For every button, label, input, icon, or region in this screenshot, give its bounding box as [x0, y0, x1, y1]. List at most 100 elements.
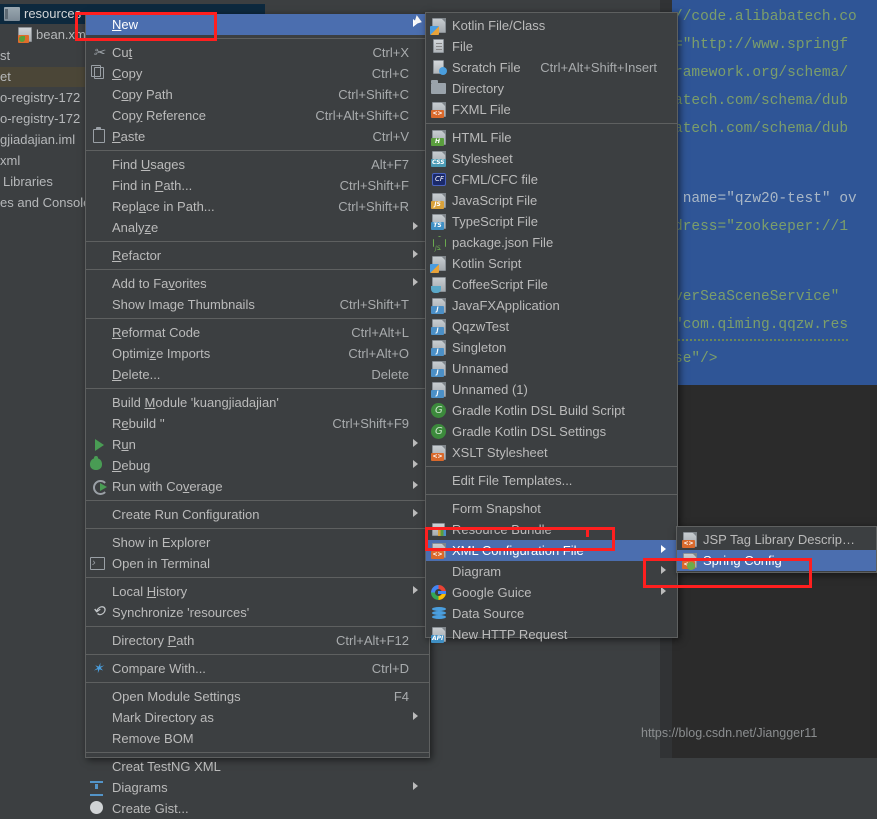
menu-item-mark-directory-as[interactable]: Mark Directory as: [86, 707, 429, 728]
code-line: name="qzw20-test" ov: [674, 191, 857, 207]
menu-item-label: File: [452, 39, 473, 54]
javascript-file-icon: JS: [426, 190, 452, 211]
kotlin-script-icon: [426, 253, 452, 274]
menu-item-run-with-coverage[interactable]: Run with Coverage: [86, 476, 429, 497]
menu-item-spring-config[interactable]: <> Spring Config: [677, 550, 876, 571]
menu-item-label: Build Module 'kuangjiadajian': [112, 395, 279, 410]
menu-item-edit-file-templates[interactable]: Edit File Templates...: [426, 470, 677, 491]
menu-item-singleton[interactable]: J Singleton: [426, 337, 677, 358]
menu-item-stylesheet[interactable]: CSS Stylesheet: [426, 148, 677, 169]
menu-item-optimize-imports[interactable]: Optimize Imports Ctrl+Alt+O: [86, 343, 429, 364]
menu-item-new[interactable]: New: [86, 14, 429, 35]
menu-item-refactor[interactable]: Refactor: [86, 245, 429, 266]
menu-item-directory-path[interactable]: Directory Path Ctrl+Alt+F12: [86, 630, 429, 651]
menu-item-data-source[interactable]: Data Source: [426, 603, 677, 624]
menu-item-copy-reference[interactable]: Copy Reference Ctrl+Alt+Shift+C: [86, 105, 429, 126]
menu-item-label: Paste: [112, 129, 146, 144]
menu-item-label: Find in Path...: [112, 178, 193, 193]
code-editor[interactable]: //code.alibabatech.co ="http://www.sprin…: [660, 0, 877, 758]
menu-item-compare-with[interactable]: Compare With... Ctrl+D: [86, 658, 429, 679]
google-icon: [426, 582, 452, 603]
menu-item-debug[interactable]: Debug: [86, 455, 429, 476]
menu-item-html-file[interactable]: H HTML File: [426, 127, 677, 148]
chevron-right-icon: [409, 273, 421, 294]
menu-item-find-in-path[interactable]: Find in Path... Ctrl+Shift+F: [86, 175, 429, 196]
menu-item-copy[interactable]: Copy Ctrl+C: [86, 63, 429, 84]
menu-item-xml-configuration-file[interactable]: <> XML Configuration File: [426, 540, 677, 561]
menu-item-fxml-file[interactable]: <> FXML File: [426, 99, 677, 120]
menu-item-shortcut: Ctrl+Shift+F9: [332, 416, 409, 431]
watermark-text: https://blog.csdn.net/Jiangger11: [641, 726, 818, 740]
menu-item-label: Creat TestNG XML: [112, 759, 221, 774]
menu-item-javascript-file[interactable]: JS JavaScript File: [426, 190, 677, 211]
compare-icon: [86, 658, 112, 679]
menu-item-synchronize-resources[interactable]: Synchronize 'resources': [86, 601, 429, 623]
menu-item-rebuild-default[interactable]: Rebuild '' Ctrl+Shift+F9: [86, 413, 429, 434]
tree-item-label: gjiadajian.iml: [0, 132, 76, 147]
menu-item-form-snapshot[interactable]: Form Snapshot: [426, 498, 677, 519]
menu-item-gradle-kotlin-dsl-settings[interactable]: Gradle Kotlin DSL Settings: [426, 421, 677, 442]
new-submenu[interactable]: Kotlin File/Class File Scratch File Ctrl+Al…: [425, 12, 678, 643]
menu-item-run[interactable]: Run: [86, 434, 429, 455]
tree-item-label: st: [0, 48, 11, 63]
menu-item-local-history[interactable]: Local History: [86, 581, 429, 602]
xml-file-icon: <>: [677, 529, 703, 550]
menu-separator: [86, 528, 429, 529]
menu-item-label: Diagram: [452, 564, 502, 579]
menu-item-resource-bundle[interactable]: Resource Bundle: [426, 519, 677, 540]
debug-icon: [86, 455, 112, 476]
menu-item-remove-bom[interactable]: Remove BOM: [86, 728, 429, 749]
menu-item-delete[interactable]: Delete... Delete: [86, 364, 429, 385]
menu-item-qqzwtest[interactable]: J QqzwTest: [426, 316, 677, 337]
menu-item-unnamed-1[interactable]: J Unnamed (1): [426, 379, 677, 400]
menu-item-analyze[interactable]: Analyze: [86, 217, 429, 238]
menu-item-label: Local History: [112, 584, 188, 599]
menu-item-kotlin-file-class[interactable]: Kotlin File/Class: [426, 15, 677, 36]
menu-item-label: Compare With...: [112, 661, 206, 676]
menu-item-kotlin-script[interactable]: Kotlin Script: [426, 253, 677, 274]
menu-item-new-http-request[interactable]: API New HTTP Request: [426, 624, 677, 645]
xml-config-submenu[interactable]: <> JSP Tag Library Descriptor <> Spring Con…: [676, 526, 877, 573]
gradle-icon: [426, 400, 452, 421]
menu-item-open-module-settings[interactable]: Open Module Settings F4: [86, 686, 429, 707]
menu-item-create-gist[interactable]: Create Gist...: [86, 798, 429, 819]
menu-item-replace-in-path[interactable]: Replace in Path... Ctrl+Shift+R: [86, 196, 429, 217]
menu-item-javafxapplication[interactable]: J JavaFXApplication: [426, 295, 677, 316]
chevron-right-icon: [409, 455, 421, 476]
menu-item-unnamed[interactable]: J Unnamed: [426, 358, 677, 379]
menu-item-diagram[interactable]: Diagram: [426, 561, 677, 582]
menu-item-label: Stylesheet: [452, 151, 513, 166]
http-request-icon: API: [426, 624, 452, 645]
gist-icon: [86, 798, 112, 819]
menu-item-file[interactable]: File: [426, 36, 677, 57]
menu-item-jsp-tag-library-descriptor[interactable]: <> JSP Tag Library Descriptor: [677, 529, 876, 550]
menu-item-icon-slot: [86, 175, 112, 196]
menu-item-coffeescript-file[interactable]: CoffeeScript File: [426, 274, 677, 295]
menu-item-creat-testng-xml[interactable]: Creat TestNG XML: [86, 756, 429, 777]
menu-item-open-in-terminal[interactable]: Open in Terminal: [86, 553, 429, 574]
menu-item-find-usages[interactable]: Find Usages Alt+F7: [86, 154, 429, 175]
coffeescript-icon: [426, 274, 452, 295]
menu-item-cfml-cfc-file[interactable]: CFML/CFC file: [426, 169, 677, 190]
menu-item-show-image-thumbnails[interactable]: Show Image Thumbnails Ctrl+Shift+T: [86, 294, 429, 315]
menu-item-paste[interactable]: Paste Ctrl+V: [86, 126, 429, 147]
menu-item-add-to-favorites[interactable]: Add to Favorites: [86, 273, 429, 294]
menu-item-package-json-file[interactable]: package.json File: [426, 232, 677, 259]
menu-item-typescript-file[interactable]: TS TypeScript File: [426, 211, 677, 232]
menu-item-reformat-code[interactable]: Reformat Code Ctrl+Alt+L: [86, 322, 429, 343]
menu-item-scratch-file[interactable]: Scratch File Ctrl+Alt+Shift+Insert: [426, 57, 677, 78]
menu-item-label: New: [112, 17, 139, 32]
context-menu[interactable]: New Cut Ctrl+X Copy Ctrl+C Copy Path Ctrl+Shif…: [85, 14, 430, 816]
menu-item-build-module-kuangjiadajian[interactable]: Build Module 'kuangjiadajian': [86, 392, 429, 413]
directory-icon: [426, 78, 452, 99]
menu-item-create-run-configuration[interactable]: Create Run Configuration: [86, 504, 429, 525]
menu-item-gradle-kotlin-dsl-build-script[interactable]: Gradle Kotlin DSL Build Script: [426, 400, 677, 421]
menu-item-directory[interactable]: Directory: [426, 78, 677, 99]
menu-item-copy-path[interactable]: Copy Path Ctrl+Shift+C: [86, 84, 429, 105]
code-line: //code.alibabatech.co: [674, 9, 857, 25]
menu-item-show-in-explorer[interactable]: Show in Explorer: [86, 532, 429, 553]
menu-item-xslt-stylesheet[interactable]: <> XSLT Stylesheet: [426, 442, 677, 463]
menu-item-cut[interactable]: Cut Ctrl+X: [86, 42, 429, 63]
menu-item-google-guice[interactable]: Google Guice: [426, 582, 677, 603]
menu-item-diagrams[interactable]: Diagrams: [86, 777, 429, 798]
